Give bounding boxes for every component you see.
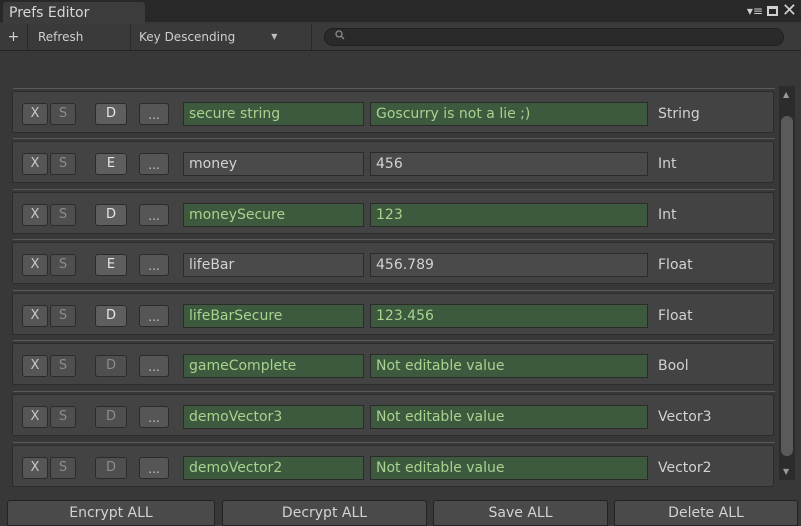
pref-row: X S D... lifeBarSecure 123.456 Float <box>12 290 775 335</box>
delete-pref-button[interactable]: X <box>22 305 48 327</box>
window-tab-title: Prefs Editor <box>9 5 90 21</box>
pref-row: X S D... demoVector2 Not editable value Vecto… <box>12 442 775 487</box>
pref-value-field[interactable]: Not editable value <box>370 456 648 480</box>
close-icon[interactable]: ✕ <box>782 2 797 20</box>
window-controls: ▾≡ ✕ <box>747 1 797 21</box>
delete-pref-button[interactable]: X <box>22 406 48 428</box>
pref-type-label: Vector2 <box>658 460 712 476</box>
pref-value-field[interactable]: Not editable value <box>370 354 648 378</box>
pref-key-field[interactable]: demoVector2 <box>183 456 364 480</box>
save-pref-button[interactable]: S <box>50 254 76 276</box>
encrypt-toggle-button[interactable]: D <box>95 103 127 125</box>
window-tab[interactable]: Prefs Editor <box>3 2 145 24</box>
sort-label: Key Descending <box>139 30 236 44</box>
pref-row: X S E... money 456 Int <box>12 138 775 183</box>
pref-key-field[interactable]: moneySecure <box>183 203 364 227</box>
more-options-button[interactable]: ... <box>139 204 169 226</box>
save-pref-button[interactable]: S <box>50 103 76 125</box>
prefs-editor-window: Prefs Editor ▾≡ ✕ + Refresh Key Descendi… <box>0 0 801 526</box>
row-divider <box>13 138 775 139</box>
encrypt-all-button[interactable]: Encrypt ALL <box>7 500 215 526</box>
pref-type-label: Bool <box>658 358 689 374</box>
scrollbar-thumb[interactable] <box>781 116 793 456</box>
refresh-button[interactable]: Refresh <box>28 24 131 50</box>
scroll-down-icon[interactable]: ▼ <box>783 467 789 476</box>
pref-type-label: Int <box>658 207 677 223</box>
delete-pref-button[interactable]: X <box>22 457 48 479</box>
pref-key-field[interactable]: demoVector3 <box>183 405 364 429</box>
encrypt-toggle-button[interactable]: E <box>95 254 127 276</box>
more-options-button[interactable]: ... <box>139 355 169 377</box>
pref-value-field[interactable]: 456 <box>370 152 648 176</box>
delete-pref-button[interactable]: X <box>22 103 48 125</box>
maximize-icon[interactable] <box>766 6 778 16</box>
delete-pref-button[interactable]: X <box>22 153 48 175</box>
pref-row: X S D... demoVector3 Not editable value Vecto… <box>12 391 775 436</box>
row-divider <box>13 189 775 190</box>
row-divider <box>13 88 775 89</box>
encrypt-toggle-button[interactable]: D <box>95 305 127 327</box>
scroll-up-icon[interactable]: ▲ <box>783 90 789 99</box>
save-all-button[interactable]: Save ALL <box>433 500 608 526</box>
pref-type-label: String <box>658 106 700 122</box>
row-divider <box>13 442 775 443</box>
pref-value-field[interactable]: 456.789 <box>370 253 648 277</box>
encrypt-toggle-button[interactable]: D <box>95 457 127 479</box>
save-pref-button[interactable]: S <box>50 406 76 428</box>
pref-row: X S D... secure string Goscurry is not a lie… <box>12 88 775 133</box>
pref-type-label: Float <box>658 308 693 324</box>
save-pref-button[interactable]: S <box>50 305 76 327</box>
pref-key-field[interactable]: lifeBar <box>183 253 364 277</box>
more-options-button[interactable]: ... <box>139 457 169 479</box>
encrypt-toggle-button[interactable]: E <box>95 153 127 175</box>
search-input[interactable] <box>324 28 784 46</box>
pref-type-label: Float <box>658 257 693 273</box>
pref-value-field[interactable]: Not editable value <box>370 405 648 429</box>
pref-type-label: Int <box>658 156 677 172</box>
pref-key-field[interactable]: lifeBarSecure <box>183 304 364 328</box>
delete-pref-button[interactable]: X <box>22 254 48 276</box>
save-pref-button[interactable]: S <box>50 457 76 479</box>
row-divider <box>13 391 775 392</box>
delete-pref-button[interactable]: X <box>22 355 48 377</box>
delete-all-button[interactable]: Delete ALL <box>614 500 798 526</box>
pref-key-field[interactable]: money <box>183 152 364 176</box>
toolbar: + Refresh Key Descending ▼ <box>0 24 801 51</box>
title-bar: Prefs Editor ▾≡ ✕ <box>0 0 801 24</box>
encrypt-toggle-button[interactable]: D <box>95 406 127 428</box>
menu-icon[interactable]: ▾≡ <box>747 4 763 18</box>
search-icon <box>335 30 345 43</box>
add-button[interactable]: + <box>0 24 28 50</box>
more-options-button[interactable]: ... <box>139 305 169 327</box>
encrypt-toggle-button[interactable]: D <box>95 355 127 377</box>
pref-key-field[interactable]: gameComplete <box>183 354 364 378</box>
more-options-button[interactable]: ... <box>139 254 169 276</box>
row-divider <box>13 290 775 291</box>
save-pref-button[interactable]: S <box>50 355 76 377</box>
delete-pref-button[interactable]: X <box>22 204 48 226</box>
save-pref-button[interactable]: S <box>50 153 76 175</box>
save-pref-button[interactable]: S <box>50 204 76 226</box>
encrypt-toggle-button[interactable]: D <box>95 204 127 226</box>
pref-type-label: Vector3 <box>658 409 712 425</box>
pref-value-field[interactable]: 123 <box>370 203 648 227</box>
row-divider <box>13 340 775 341</box>
pref-row: X S E... lifeBar 456.789 Float <box>12 239 775 284</box>
more-options-button[interactable]: ... <box>139 153 169 175</box>
chevron-down-icon: ▼ <box>271 32 278 41</box>
pref-value-field[interactable]: Goscurry is not a lie ;) <box>370 102 648 126</box>
pref-row: X S D... moneySecure 123 Int <box>12 189 775 234</box>
bottom-action-bar: Encrypt ALL Decrypt ALL Save ALL Delete … <box>0 498 801 526</box>
vertical-scrollbar[interactable]: ▲ ▼ <box>779 86 795 480</box>
pref-row: X S D... gameComplete Not editable value Bool <box>12 340 775 385</box>
more-options-button[interactable]: ... <box>139 103 169 125</box>
sort-dropdown[interactable]: Key Descending ▼ <box>131 24 312 50</box>
decrypt-all-button[interactable]: Decrypt ALL <box>222 500 427 526</box>
row-divider <box>13 239 775 240</box>
pref-key-field[interactable]: secure string <box>183 102 364 126</box>
more-options-button[interactable]: ... <box>139 406 169 428</box>
pref-value-field[interactable]: 123.456 <box>370 304 648 328</box>
